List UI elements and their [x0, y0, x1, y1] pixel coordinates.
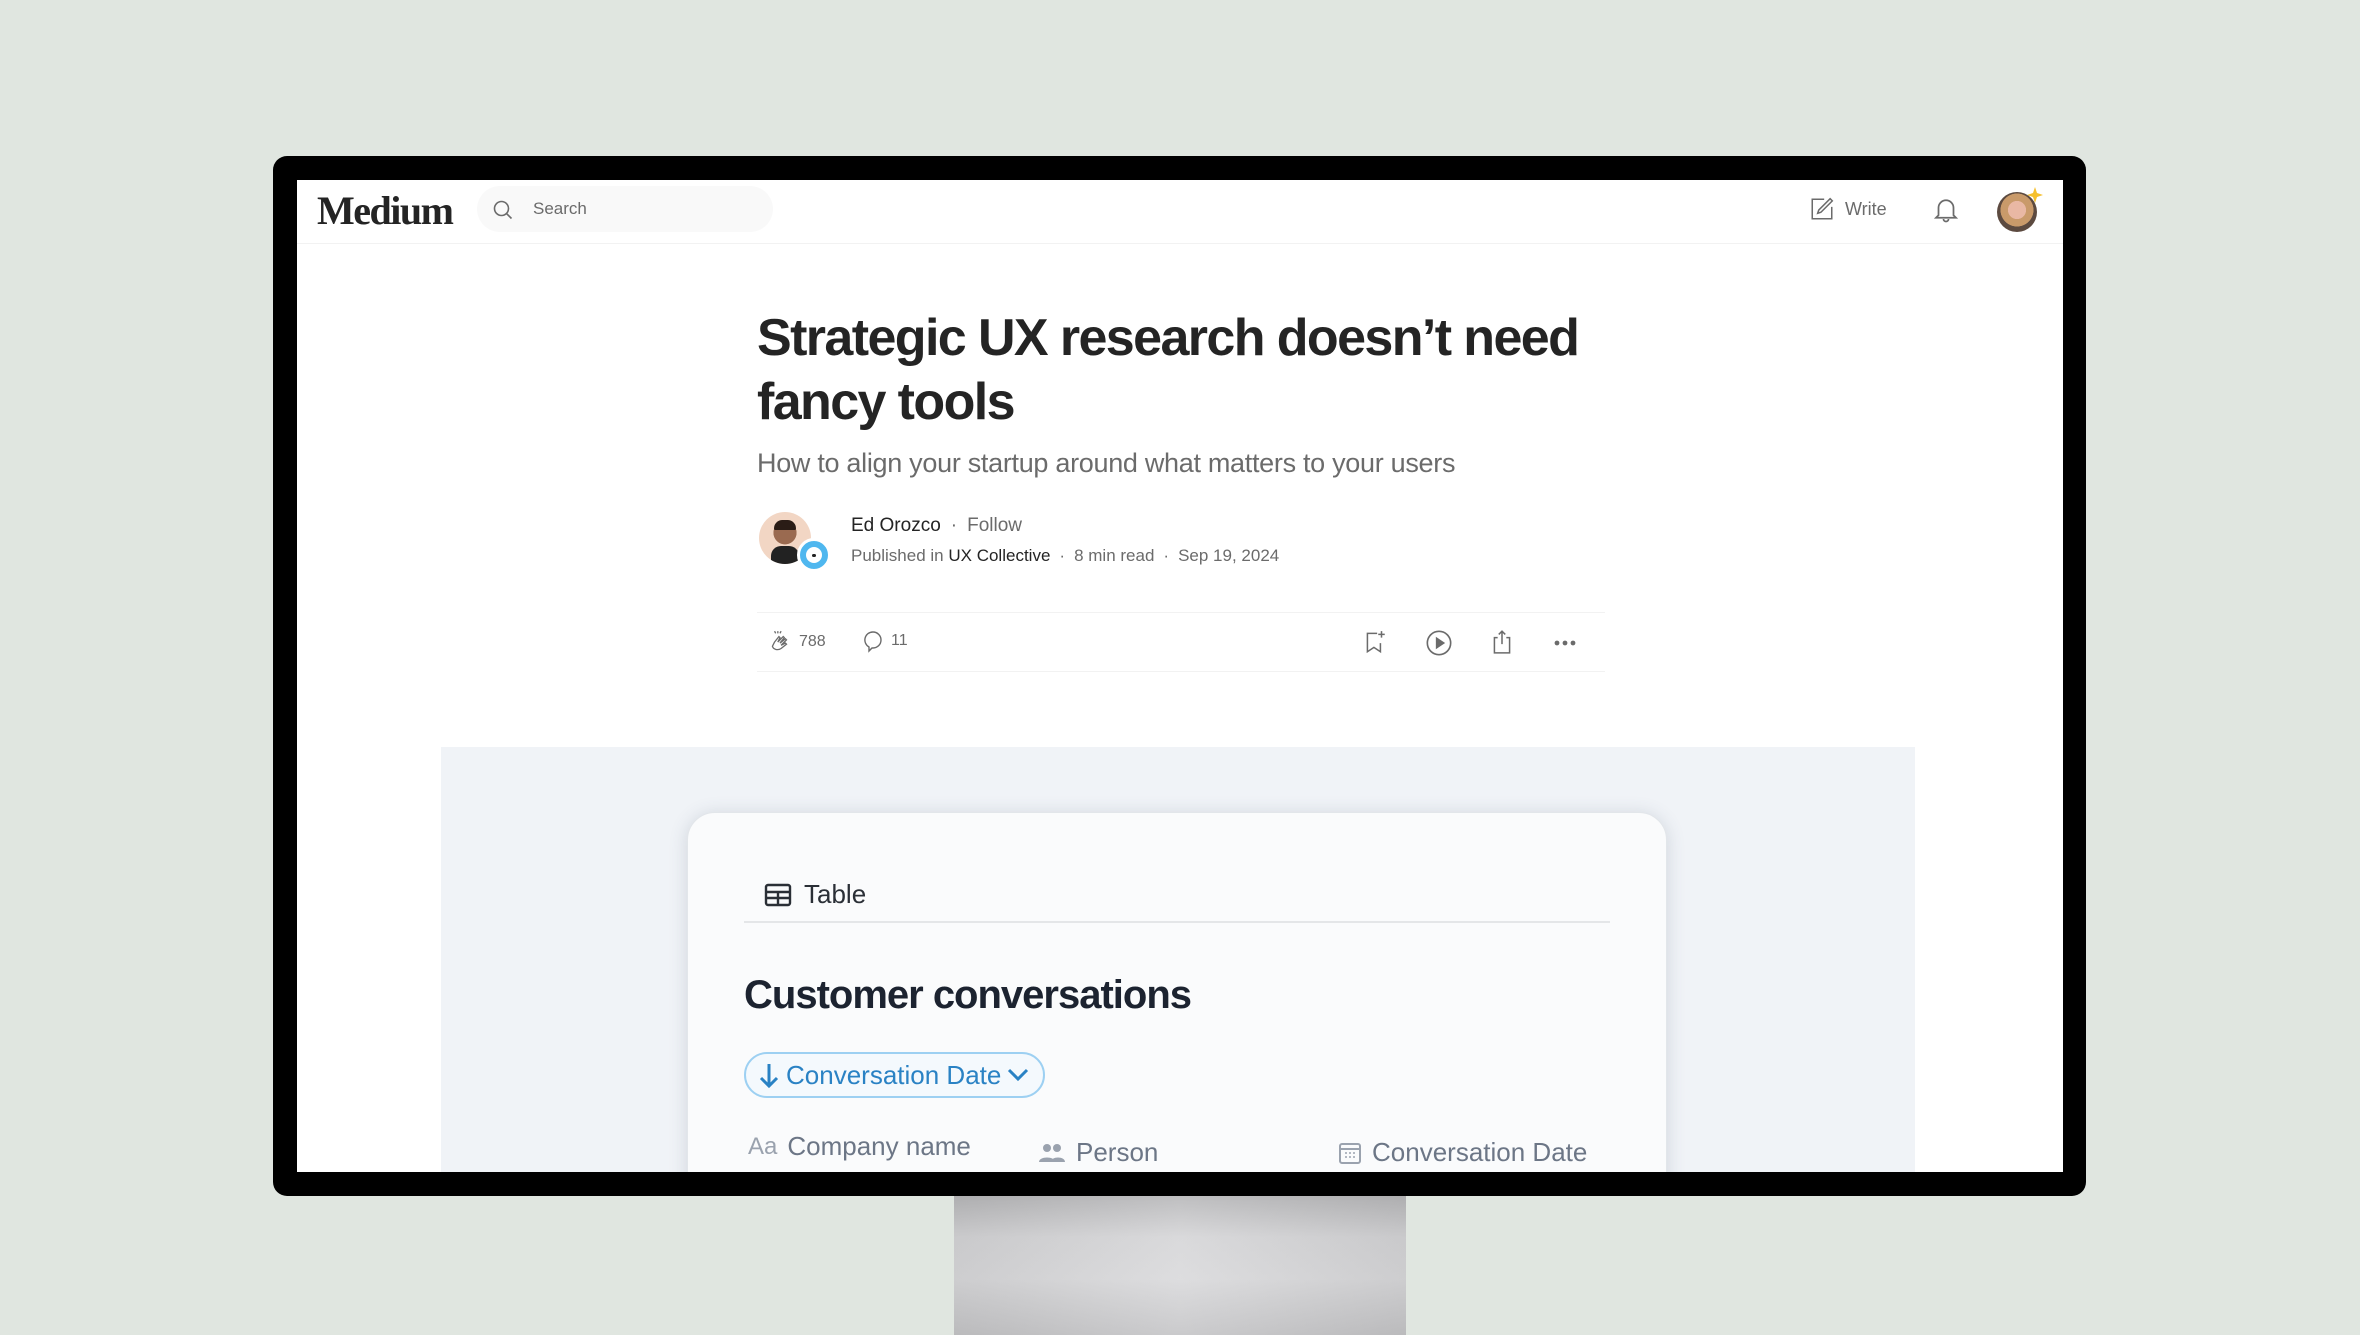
search-placeholder: Search — [533, 199, 587, 218]
clap-button[interactable]: 788 — [767, 629, 826, 655]
sort-pill: Conversation Date — [744, 1052, 1046, 1098]
clap-icon — [771, 630, 788, 651]
article-subtitle: How to align your startup around what ma… — [757, 448, 1456, 478]
comment-button[interactable]: 11 — [861, 629, 908, 653]
table-title: Customer conversations — [744, 973, 1192, 1017]
browser-screen: Medium Search Write Strategic UX researc… — [297, 180, 2063, 1172]
play-icon[interactable] — [1425, 629, 1453, 657]
publication-line: Published in UX Collective · 8 min read … — [851, 546, 1279, 566]
separator: · — [1059, 546, 1066, 565]
bookmark-add-icon[interactable] — [1362, 629, 1388, 655]
article-title: Strategic UX research doesn’t need fancy… — [757, 309, 1580, 431]
separator: · — [1163, 546, 1170, 565]
table-tab: Table — [764, 879, 866, 910]
author-line: Ed Orozco · Follow — [851, 515, 1022, 537]
more-icon[interactable] — [1553, 639, 1577, 647]
comment-icon — [864, 631, 882, 653]
chevron-down-icon — [1008, 1068, 1029, 1082]
write-icon — [1811, 197, 1834, 220]
medium-logo[interactable]: Medium — [317, 187, 454, 234]
table-card-illustration: Table Customer conversations Conversatio… — [687, 812, 1667, 1172]
sparkle-icon — [2027, 187, 2043, 203]
calendar-icon — [1339, 1142, 1361, 1164]
follow-button[interactable]: Follow — [967, 515, 1022, 537]
share-icon[interactable] — [1489, 629, 1515, 655]
table-icon — [764, 883, 792, 906]
bell-icon[interactable] — [1931, 194, 1961, 224]
write-label: Write — [1845, 198, 1887, 219]
write-button[interactable]: Write — [1809, 194, 1887, 224]
arrow-down-icon — [759, 1064, 779, 1089]
comment-count: 11 — [891, 632, 908, 649]
publication-avatar[interactable] — [797, 538, 831, 572]
column-company-name: Aa Company name — [748, 1131, 971, 1161]
publish-date: Sep 19, 2024 — [1178, 546, 1280, 565]
publication-link[interactable]: UX Collective — [948, 546, 1050, 565]
monitor-stand — [954, 1195, 1406, 1335]
background: Medium Search Write Strategic UX researc… — [0, 0, 2360, 1335]
person-icon — [1039, 1143, 1065, 1162]
search-icon — [493, 200, 513, 220]
published-prefix: Published in UX Collective — [851, 546, 1051, 565]
column-conversation-date: Conversation Date — [1338, 1137, 1587, 1168]
article-action-bar: 788 11 — [757, 612, 1605, 672]
text-type-icon: Aa — [748, 1132, 778, 1160]
top-navbar: Medium Search Write — [297, 180, 2063, 244]
separator: · — [950, 515, 958, 536]
author-name[interactable]: Ed Orozco — [851, 515, 941, 537]
column-person: Person — [1038, 1137, 1158, 1168]
read-time: 8 min read — [1074, 546, 1155, 565]
hero-image: Table Customer conversations Conversatio… — [441, 747, 1915, 1172]
table-column-headers: Aa Company name Person Conversation Date — [748, 1131, 1648, 1171]
clap-count: 788 — [799, 633, 826, 650]
table-tab-row: Table — [744, 873, 1610, 923]
search-input[interactable]: Search — [477, 186, 773, 232]
